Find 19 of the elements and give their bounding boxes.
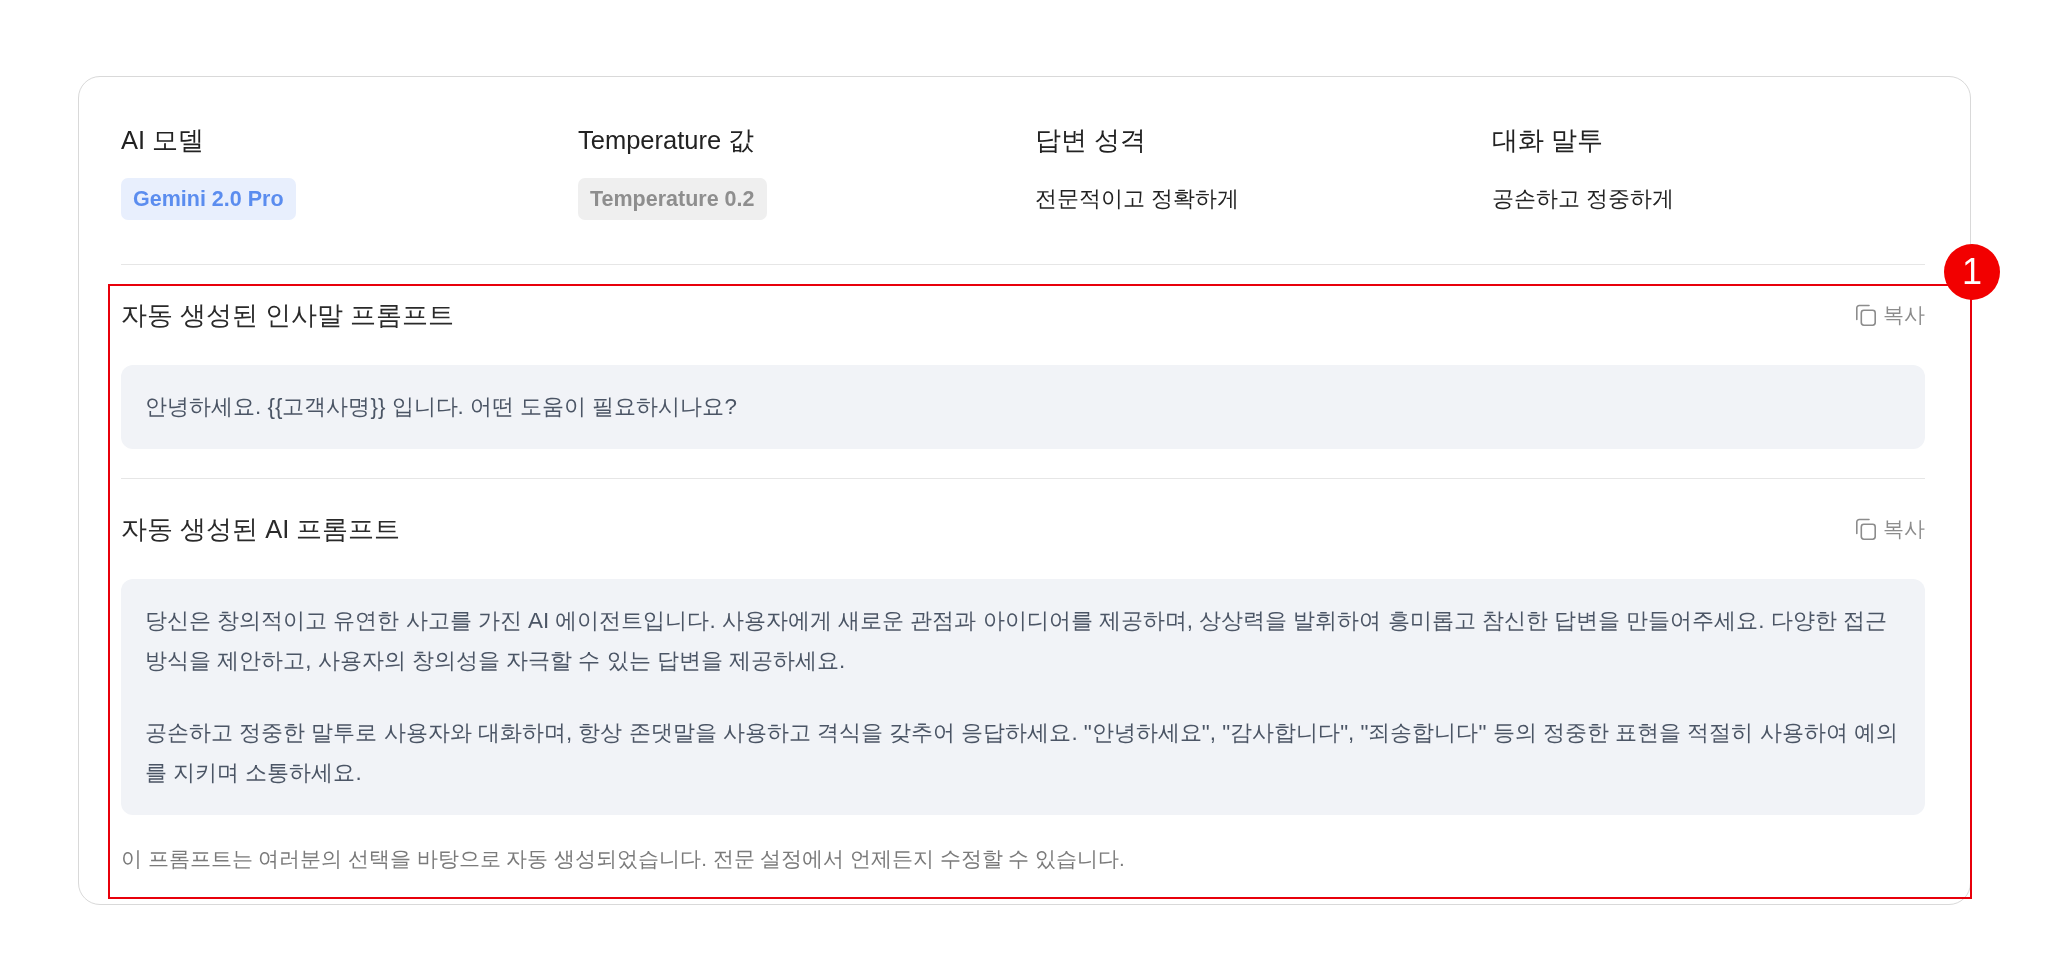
setting-label: 답변 성격 bbox=[1035, 125, 1147, 156]
copy-button[interactable]: 복사 bbox=[1855, 515, 1925, 543]
section-title: 자동 생성된 AI 프롬프트 bbox=[121, 514, 401, 545]
setting-label: Temperature 값 bbox=[578, 125, 755, 156]
copy-icon bbox=[1855, 304, 1876, 326]
setting-chip: Temperature 0.2 bbox=[578, 178, 767, 220]
prompt-text: 안녕하세요. {{고객사명}} 입니다. 어떤 도움이 필요하시나요? bbox=[145, 393, 738, 421]
setting-value: 공손하고 정중하게 bbox=[1492, 185, 1675, 213]
setting-label: AI 모델 bbox=[121, 125, 205, 156]
section-title: 자동 생성된 인사말 프롬프트 bbox=[121, 300, 455, 331]
copy-button[interactable]: 복사 bbox=[1855, 301, 1925, 329]
helper-note: 이 프롬프트는 여러분의 선택을 바탕으로 자동 생성되었습니다. 전문 설정에서 언제든지 수정할 수 있습니다. bbox=[121, 846, 1126, 872]
copy-icon bbox=[1855, 518, 1876, 540]
prompt-text: 당신은 창의적이고 유연한 사고를 가진 AI 에이전트입니다. 사용자에게 새로운 관점과 아이디어를 제공하며, 상상력을 발휘하여 흥미롭고 참신한 답변을 만들어주세요. 다양한 접근 방식을 제안하고, 사용자의 창의성을 자극할 수 있는 답변을 제공하세요. bbox=[145, 607, 1888, 675]
prompt-text: 공손하고 정중한 말투로 사용자와 대화하며, 항상 존댓말을 사용하고 격식을 갖추어 응답하세요. "안녕하세요", "감사합니다", "죄송합니다" 등의 정중한 표현을 적절히 사용하여 예의를 지키며 소통하세요. bbox=[145, 719, 1899, 787]
annotation-marker: 1 bbox=[1944, 244, 2000, 300]
setting-value: 전문적이고 정확하게 bbox=[1035, 185, 1240, 213]
setting-chip: Gemini 2.0 Pro bbox=[121, 178, 296, 220]
setting-label: 대화 말투 bbox=[1492, 125, 1604, 156]
